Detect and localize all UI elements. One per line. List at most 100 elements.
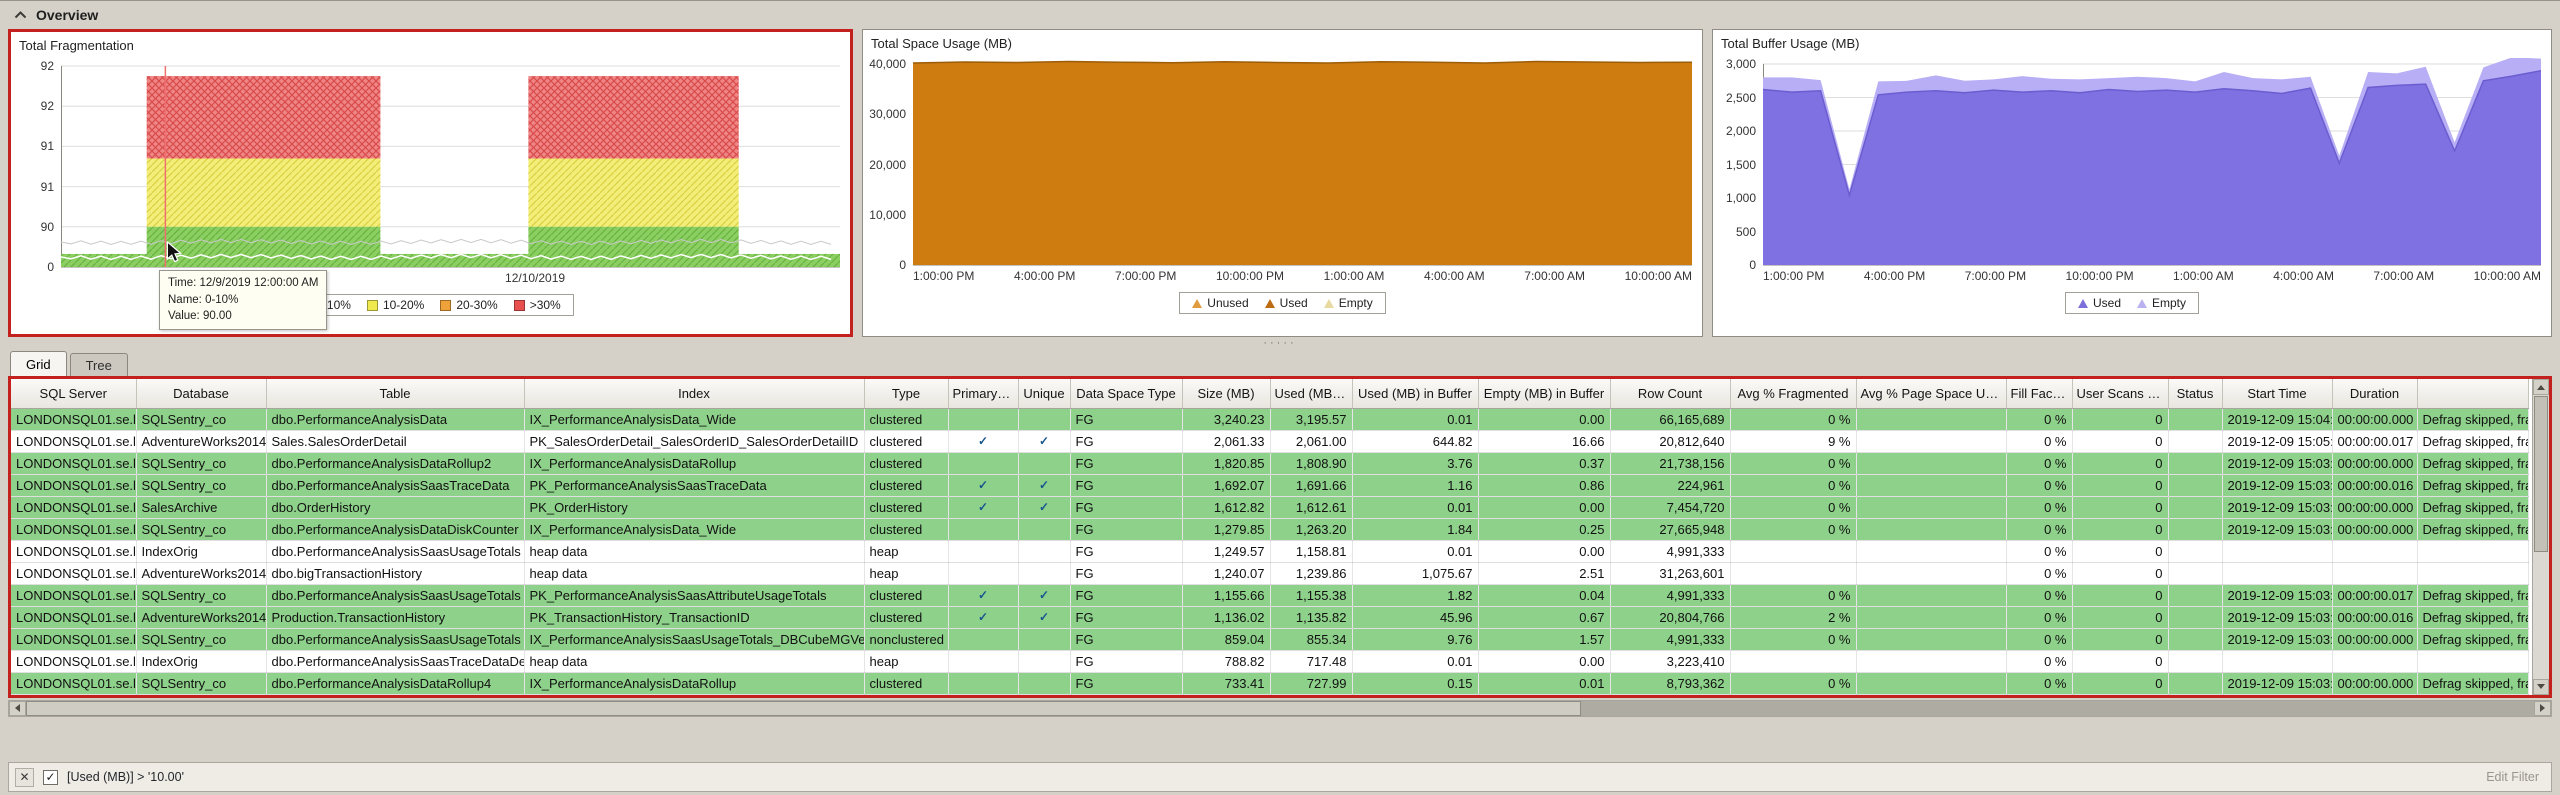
cell-type[interactable]: clustered — [864, 474, 949, 497]
vertical-scroll-track[interactable] — [2533, 395, 2549, 679]
cell-row_count[interactable]: 3,223,410 — [1610, 650, 1731, 673]
column-header-database[interactable]: Database — [136, 379, 267, 409]
cell-status[interactable] — [2168, 496, 2223, 519]
cell-avg_page[interactable] — [1856, 518, 2007, 541]
cell-start_time[interactable]: 2019-12-09 15:03:35 — [2222, 672, 2333, 695]
cell-row_count[interactable]: 8,793,362 — [1610, 672, 1731, 695]
cell-status[interactable] — [2168, 584, 2223, 607]
cell-data_space_type[interactable]: FG — [1070, 474, 1183, 497]
cell-type[interactable]: clustered — [864, 408, 949, 431]
cell-duration[interactable] — [2332, 540, 2418, 563]
cell-empty_buffer[interactable]: 0.00 — [1478, 650, 1611, 673]
cell-primary_key[interactable] — [948, 452, 1019, 475]
cell-unique[interactable] — [1018, 452, 1071, 475]
cell-fill_factor[interactable]: 0 % — [2006, 474, 2073, 497]
cell-row_count[interactable]: 27,665,948 — [1610, 518, 1731, 541]
cell-used_buffer[interactable]: 0.01 — [1352, 650, 1479, 673]
cell-type[interactable]: nonclustered — [864, 628, 949, 651]
cell-avg_frag[interactable]: 0 % — [1730, 474, 1857, 497]
cell-user_scans[interactable]: 0 — [2072, 650, 2169, 673]
cell-fill_factor[interactable]: 0 % — [2006, 562, 2073, 585]
column-header-unique[interactable]: Unique — [1018, 379, 1071, 409]
cell-message[interactable]: Defrag skipped, fragmen — [2417, 452, 2529, 475]
cell-message[interactable]: Defrag skipped, fragmen — [2417, 496, 2529, 519]
splitter-handle[interactable]: ····· — [0, 337, 2560, 351]
cell-primary_key[interactable]: ✓ — [948, 496, 1019, 519]
cell-server[interactable]: LONDONSQL01.se.local — [11, 650, 137, 673]
cell-used_buffer[interactable]: 1,075.67 — [1352, 562, 1479, 585]
cell-unique[interactable] — [1018, 518, 1071, 541]
cell-table[interactable]: dbo.PerformanceAnalysisData — [266, 408, 525, 431]
cell-type[interactable]: heap — [864, 540, 949, 563]
cell-fill_factor[interactable]: 0 % — [2006, 606, 2073, 629]
cell-duration[interactable] — [2332, 562, 2418, 585]
horizontal-scroll-track[interactable] — [26, 700, 2534, 716]
cell-data_space_type[interactable]: FG — [1070, 562, 1183, 585]
cell-avg_page[interactable] — [1856, 584, 2007, 607]
buffer-usage-plot[interactable] — [1763, 58, 2541, 266]
grid-row[interactable]: LONDONSQL01.se.localIndexOrigdbo.Perform… — [11, 540, 2529, 563]
column-header-size_mb[interactable]: Size (MB) — [1182, 379, 1271, 409]
cell-table[interactable]: Production.TransactionHistory — [266, 606, 525, 629]
cell-unique[interactable]: ✓ — [1018, 584, 1071, 607]
column-header-server[interactable]: SQL Server — [11, 379, 137, 409]
cell-database[interactable]: SQLSentry_co — [136, 518, 267, 541]
cell-status[interactable] — [2168, 540, 2223, 563]
cell-row_count[interactable]: 4,991,333 — [1610, 584, 1731, 607]
tab-grid[interactable]: Grid — [10, 351, 67, 376]
cell-status[interactable] — [2168, 672, 2223, 695]
cell-duration[interactable]: 00:00:00.017 — [2332, 430, 2418, 453]
cell-used_mb[interactable]: 717.48 — [1270, 650, 1353, 673]
grid-row[interactable]: LONDONSQL01.se.localSQLSentry_codbo.Perf… — [11, 584, 2529, 607]
cell-server[interactable]: LONDONSQL01.se.local — [11, 540, 137, 563]
cell-size_mb[interactable]: 1,612.82 — [1182, 496, 1271, 519]
cell-avg_frag[interactable]: 0 % — [1730, 518, 1857, 541]
scroll-left-button[interactable] — [9, 700, 26, 716]
cell-data_space_type[interactable]: FG — [1070, 430, 1183, 453]
cell-duration[interactable]: 00:00:00.017 — [2332, 584, 2418, 607]
cell-start_time[interactable]: 2019-12-09 15:03:53 — [2222, 474, 2333, 497]
grid-row[interactable]: LONDONSQL01.se.localSQLSentry_codbo.Perf… — [11, 628, 2529, 651]
cell-type[interactable]: clustered — [864, 672, 949, 695]
cell-used_buffer[interactable]: 45.96 — [1352, 606, 1479, 629]
fragmentation-plot[interactable] — [61, 60, 840, 268]
cell-start_time[interactable]: 2019-12-09 15:03:41 — [2222, 518, 2333, 541]
cell-avg_frag[interactable]: 9 % — [1730, 430, 1857, 453]
horizontal-scrollbar[interactable] — [8, 699, 2552, 717]
cell-row_count[interactable]: 20,804,766 — [1610, 606, 1731, 629]
cell-empty_buffer[interactable]: 1.57 — [1478, 628, 1611, 651]
cell-data_space_type[interactable]: FG — [1070, 496, 1183, 519]
cell-primary_key[interactable] — [948, 672, 1019, 695]
cell-fill_factor[interactable]: 0 % — [2006, 672, 2073, 695]
cell-used_buffer[interactable]: 0.15 — [1352, 672, 1479, 695]
cell-avg_page[interactable] — [1856, 474, 2007, 497]
cell-avg_frag[interactable] — [1730, 562, 1857, 585]
cell-avg_page[interactable] — [1856, 408, 2007, 431]
grid-row[interactable]: LONDONSQL01.se.localSQLSentry_codbo.Perf… — [11, 452, 2529, 475]
column-header-table[interactable]: Table — [266, 379, 525, 409]
column-header-user_scans[interactable]: User Scans Delta — [2072, 379, 2169, 409]
cell-database[interactable]: SQLSentry_co — [136, 672, 267, 695]
cell-used_mb[interactable]: 1,135.82 — [1270, 606, 1353, 629]
cell-type[interactable]: heap — [864, 650, 949, 673]
cell-duration[interactable]: 00:00:00.000 — [2332, 452, 2418, 475]
cell-server[interactable]: LONDONSQL01.se.local — [11, 474, 137, 497]
cell-user_scans[interactable]: 0 — [2072, 408, 2169, 431]
cell-used_buffer[interactable]: 3.76 — [1352, 452, 1479, 475]
scroll-down-button[interactable] — [2533, 678, 2549, 695]
overview-header[interactable]: Overview — [0, 1, 2560, 29]
column-header-empty_buffer[interactable]: Empty (MB) in Buffer — [1478, 379, 1611, 409]
cell-row_count[interactable]: 224,961 — [1610, 474, 1731, 497]
cell-user_scans[interactable]: 0 — [2072, 540, 2169, 563]
cell-unique[interactable]: ✓ — [1018, 430, 1071, 453]
cell-fill_factor[interactable]: 0 % — [2006, 540, 2073, 563]
cell-avg_frag[interactable] — [1730, 540, 1857, 563]
cell-used_mb[interactable]: 1,612.61 — [1270, 496, 1353, 519]
cell-type[interactable]: clustered — [864, 430, 949, 453]
column-header-duration[interactable]: Duration — [2332, 379, 2418, 409]
cell-avg_page[interactable] — [1856, 562, 2007, 585]
cell-server[interactable]: LONDONSQL01.se.local — [11, 452, 137, 475]
cell-unique[interactable]: ✓ — [1018, 496, 1071, 519]
cell-status[interactable] — [2168, 452, 2223, 475]
grid-row[interactable]: LONDONSQL01.se.localSQLSentry_codbo.Perf… — [11, 672, 2529, 695]
